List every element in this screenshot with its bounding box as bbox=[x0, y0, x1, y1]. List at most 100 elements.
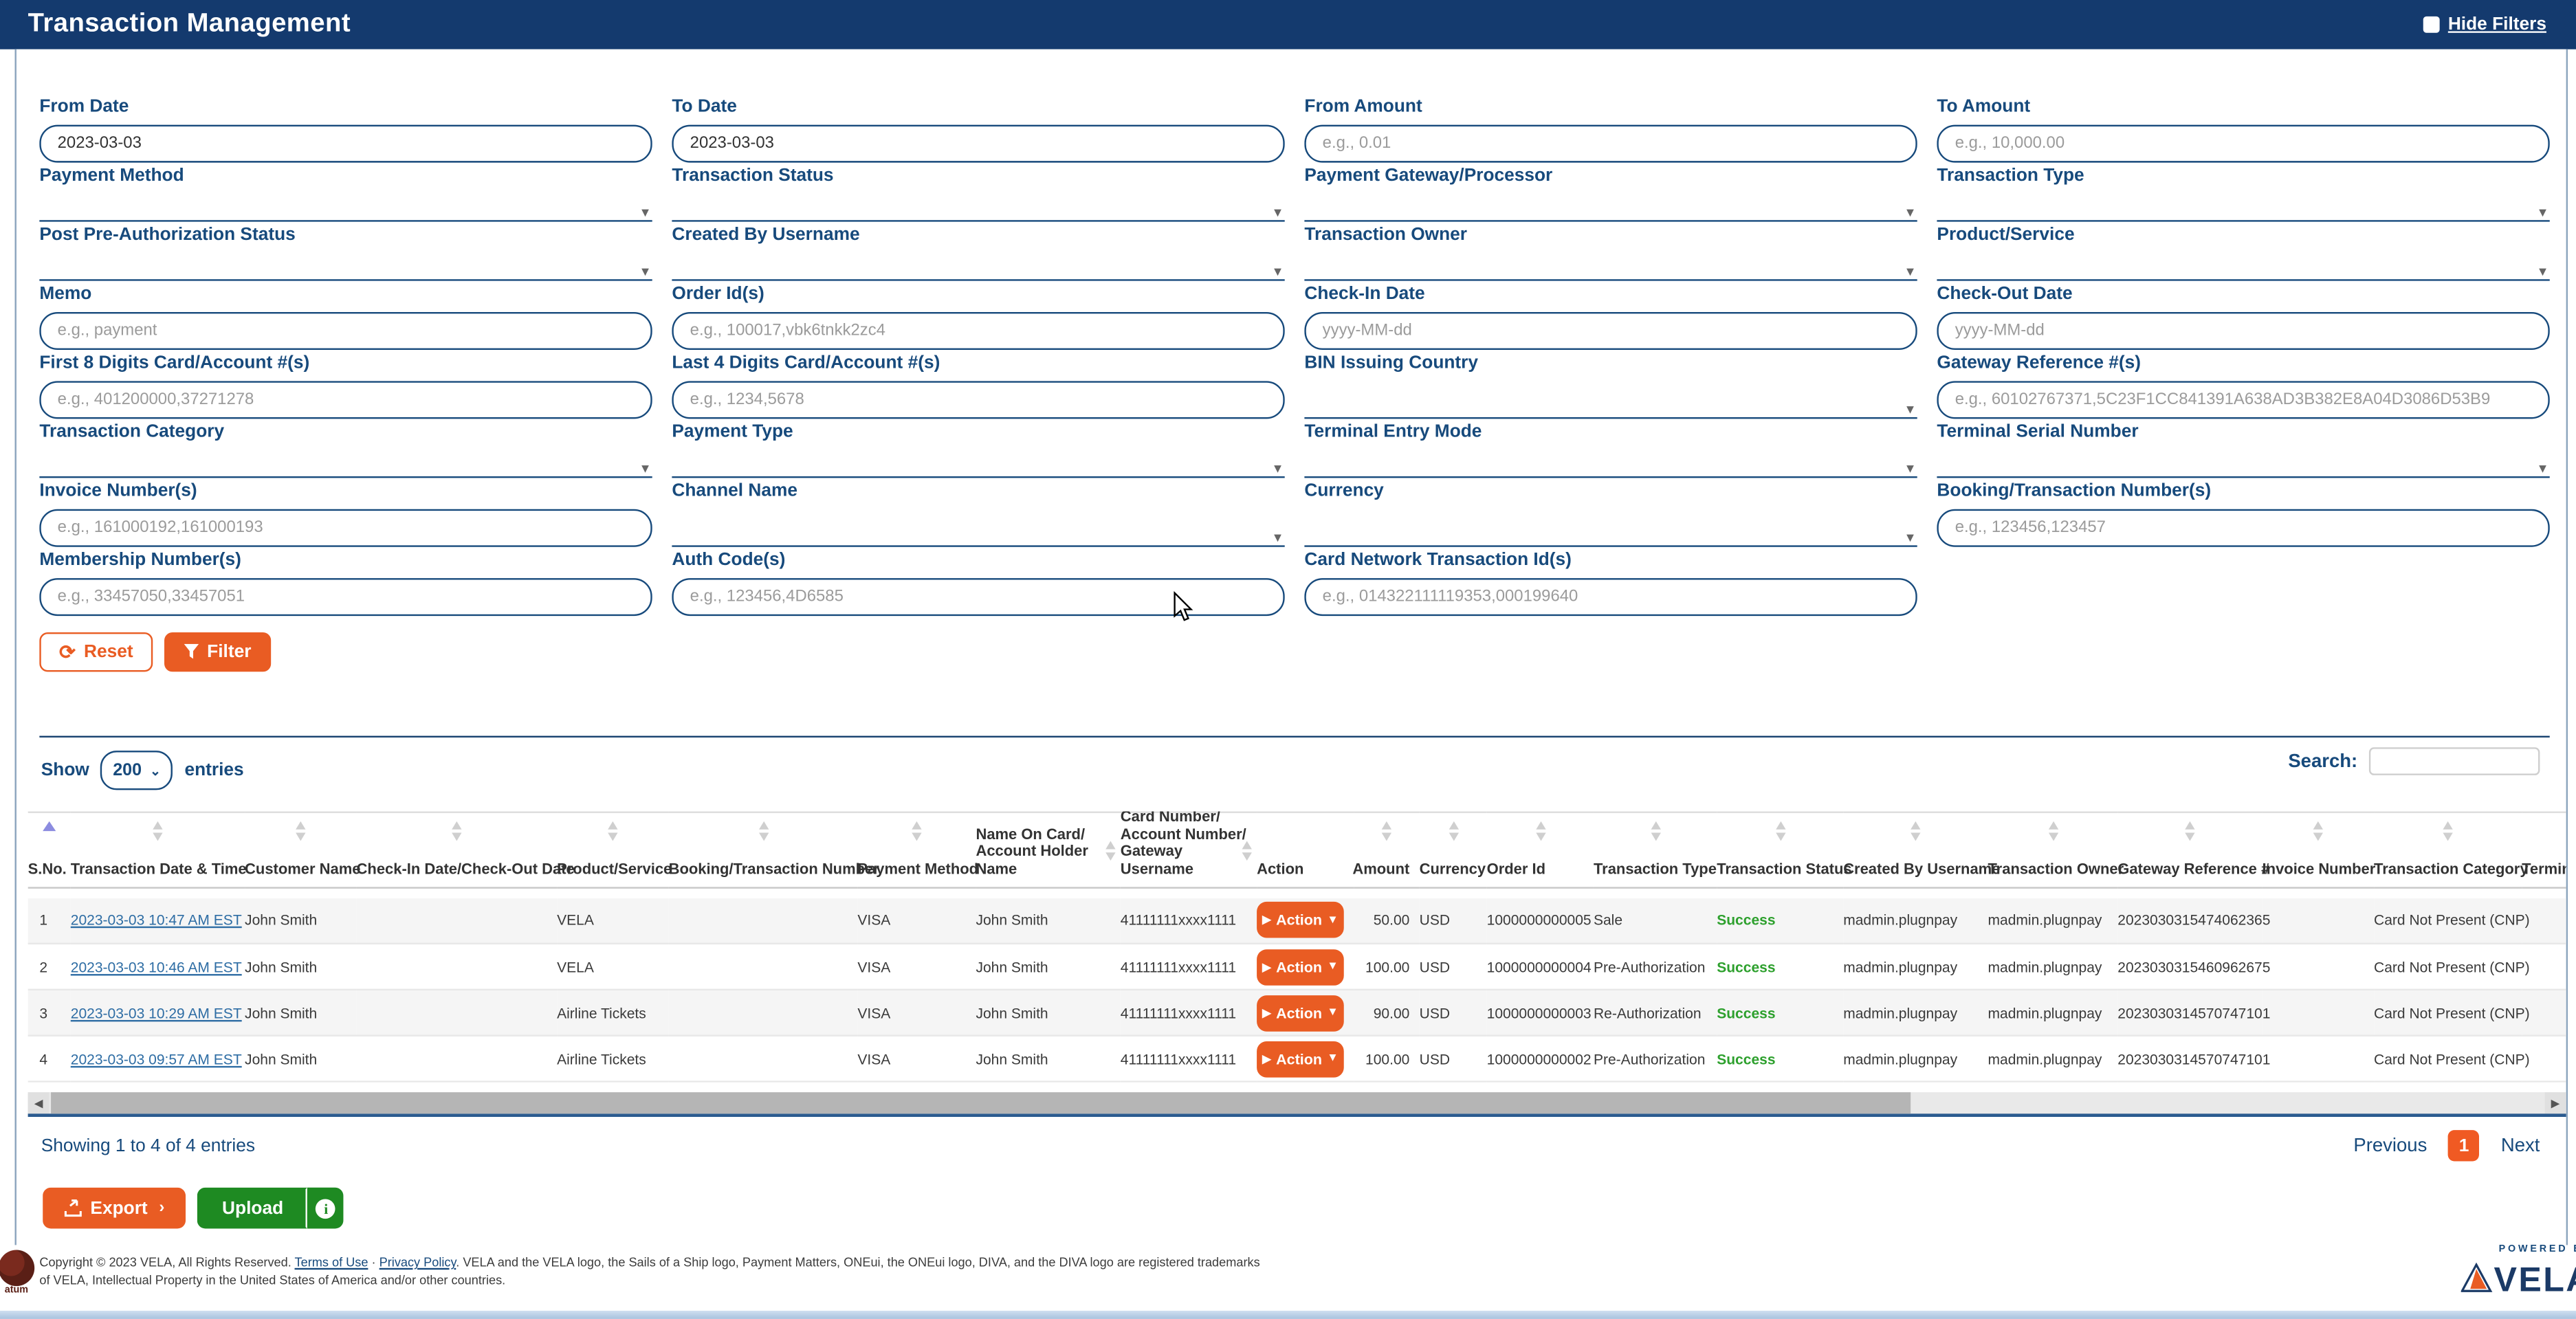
terminal-entry-mode-select[interactable]: ▾ bbox=[1304, 450, 1917, 478]
filter-field-payment-type: Payment Type▾ bbox=[672, 421, 1284, 478]
card-network-transaction-id-s-input[interactable] bbox=[1304, 578, 1917, 616]
last-4-digits-card-account-s-input[interactable] bbox=[672, 381, 1284, 419]
cell-datetime: 2023-03-03 10:47 AM EST bbox=[71, 898, 245, 944]
to-amount-input[interactable] bbox=[1937, 125, 2549, 163]
upload-button[interactable]: Upload bbox=[197, 1188, 308, 1229]
status-badge: Success bbox=[1717, 912, 1775, 929]
column-header-gwref[interactable]: Gateway Reference # bbox=[2117, 812, 2262, 888]
channel-name-select[interactable]: ▾ bbox=[672, 519, 1284, 547]
column-header-booking[interactable]: Booking/Transaction Number bbox=[669, 812, 858, 888]
transaction-owner-select[interactable]: ▾ bbox=[1304, 253, 1917, 281]
post-pre-authorization-status-select[interactable]: ▾ bbox=[39, 253, 652, 281]
chevron-down-icon: ▾ bbox=[1274, 263, 1281, 279]
column-header-currency[interactable]: Currency bbox=[1420, 812, 1487, 888]
next-page-button[interactable]: Next bbox=[2501, 1135, 2540, 1155]
filter-label: Gateway Reference #(s) bbox=[1937, 351, 2549, 374]
sort-both-icon bbox=[2048, 821, 2058, 841]
column-header-amount[interactable]: Amount bbox=[1354, 812, 1420, 888]
filter-field-auth-code-s: Auth Code(s) bbox=[672, 548, 1284, 616]
column-label: S.No. bbox=[28, 860, 67, 877]
cell-amount: 100.00 bbox=[1354, 944, 1420, 990]
sort-both-icon bbox=[1911, 821, 1920, 841]
terminal-serial-number-select[interactable]: ▾ bbox=[1937, 450, 2549, 478]
filter-field-terminal-serial-number: Terminal Serial Number▾ bbox=[1937, 421, 2549, 478]
from-amount-input[interactable] bbox=[1304, 125, 1917, 163]
page-length-control: Show 200 ⌄ entries bbox=[41, 751, 244, 790]
auth-code-s-input[interactable] bbox=[672, 578, 1284, 616]
invoice-number-s-input[interactable] bbox=[39, 509, 652, 547]
from-date-input[interactable] bbox=[39, 125, 652, 163]
column-header-txstatus[interactable]: Transaction Status bbox=[1717, 812, 1843, 888]
product-service-select[interactable]: ▾ bbox=[1937, 253, 2549, 281]
column-header-checkinout[interactable]: Check-In Date/Check-Out Date bbox=[357, 812, 558, 888]
horizontal-scrollbar[interactable]: ◀ ▶ bbox=[28, 1092, 2566, 1117]
column-header-txowner[interactable]: Transaction Owner bbox=[1988, 812, 2117, 888]
transaction-type-select[interactable]: ▾ bbox=[1937, 194, 2549, 222]
previous-page-button[interactable]: Previous bbox=[2353, 1135, 2427, 1155]
terms-of-use-link[interactable]: Terms of Use bbox=[295, 1255, 368, 1270]
transaction-datetime-link[interactable]: 2023-03-03 10:29 AM EST bbox=[71, 1004, 242, 1021]
bin-issuing-country-select[interactable]: ▾ bbox=[1304, 391, 1917, 419]
transaction-datetime-link[interactable]: 2023-03-03 10:47 AM EST bbox=[71, 912, 242, 929]
search-input[interactable] bbox=[2369, 747, 2540, 775]
hide-filters-button[interactable]: Hide Filters bbox=[2423, 15, 2546, 35]
transaction-datetime-link[interactable]: 2023-03-03 10:46 AM EST bbox=[71, 958, 242, 975]
cell-action: ▶Action▼ bbox=[1257, 990, 1354, 1036]
scrollbar-track[interactable] bbox=[49, 1092, 2545, 1113]
filter-field-gateway-reference-s: Gateway Reference #(s) bbox=[1937, 351, 2549, 419]
filter-field-created-by-username: Created By Username▾ bbox=[672, 223, 1284, 281]
privacy-policy-link[interactable]: Privacy Policy bbox=[379, 1255, 456, 1270]
column-header-customer[interactable]: Customer Name bbox=[245, 812, 356, 888]
cell-orderid: 1000000000005 bbox=[1487, 898, 1594, 944]
column-header-txtype[interactable]: Transaction Type bbox=[1594, 812, 1717, 888]
upload-info-button[interactable]: i bbox=[308, 1188, 344, 1229]
to-date-input[interactable] bbox=[672, 125, 1284, 163]
column-header-txcategory[interactable]: Transaction Category bbox=[2374, 812, 2522, 888]
column-header-invoice[interactable]: Invoice Number bbox=[2263, 812, 2374, 888]
membership-number-s-input[interactable] bbox=[39, 578, 652, 616]
sort-both-icon bbox=[1448, 821, 1457, 841]
currency-select[interactable]: ▾ bbox=[1304, 519, 1917, 547]
action-button[interactable]: ▶Action▼ bbox=[1257, 902, 1344, 939]
booking-transaction-number-s-input[interactable] bbox=[1937, 509, 2549, 547]
cell-nameoncard: John Smith bbox=[976, 944, 1120, 990]
transaction-category-select[interactable]: ▾ bbox=[39, 450, 652, 478]
column-header-nameoncard[interactable]: Name On Card/ Account Holder Name bbox=[976, 812, 1120, 888]
scroll-right-arrow-icon[interactable]: ▶ bbox=[2545, 1092, 2566, 1113]
order-id-s-input[interactable] bbox=[672, 312, 1284, 350]
created-by-username-select[interactable]: ▾ bbox=[672, 253, 1284, 281]
payment-gateway-processor-select[interactable]: ▾ bbox=[1304, 194, 1917, 222]
column-label: Invoice Number bbox=[2263, 860, 2376, 877]
column-header-datetime[interactable]: Transaction Date & Time bbox=[71, 812, 245, 888]
column-header-createdby[interactable]: Created By Username bbox=[1843, 812, 1988, 888]
column-header-terminal[interactable]: Terminal Entry Mode bbox=[2522, 812, 2566, 888]
cell-txtype: Re-Authorization bbox=[1594, 990, 1717, 1036]
filter-button[interactable]: Filter bbox=[164, 632, 271, 672]
payment-method-select[interactable]: ▾ bbox=[39, 194, 652, 222]
column-header-sno[interactable]: S.No. bbox=[28, 812, 71, 888]
transaction-datetime-link[interactable]: 2023-03-03 09:57 AM EST bbox=[71, 1050, 242, 1067]
payment-type-select[interactable]: ▾ bbox=[672, 450, 1284, 478]
action-button[interactable]: ▶Action▼ bbox=[1257, 995, 1344, 1031]
page-1-button[interactable]: 1 bbox=[2448, 1130, 2479, 1161]
page-length-select[interactable]: 200 ⌄ bbox=[101, 751, 173, 790]
scroll-left-arrow-icon[interactable]: ◀ bbox=[28, 1092, 49, 1113]
action-button[interactable]: ▶Action▼ bbox=[1257, 949, 1344, 985]
check-in-date-input[interactable] bbox=[1304, 312, 1917, 350]
column-header-cardnumber[interactable]: Card Number/ Account Number/ Gateway Use… bbox=[1121, 812, 1257, 888]
filter-label: Membership Number(s) bbox=[39, 548, 652, 571]
column-header-product[interactable]: Product/Service bbox=[557, 812, 668, 888]
memo-input[interactable] bbox=[39, 312, 652, 350]
column-label: Transaction Type bbox=[1594, 860, 1717, 877]
gateway-reference-s-input[interactable] bbox=[1937, 381, 2549, 419]
action-button[interactable]: ▶Action▼ bbox=[1257, 1041, 1344, 1077]
column-header-paymethod[interactable]: Payment Method bbox=[857, 812, 976, 888]
sort-both-icon bbox=[153, 821, 162, 841]
reset-button[interactable]: ⟳ Reset bbox=[39, 632, 153, 672]
export-button[interactable]: Export › bbox=[43, 1188, 186, 1229]
scrollbar-thumb[interactable] bbox=[51, 1092, 1910, 1113]
check-out-date-input[interactable] bbox=[1937, 312, 2549, 350]
column-header-orderid[interactable]: Order Id bbox=[1487, 812, 1594, 888]
first-8-digits-card-account-s-input[interactable] bbox=[39, 381, 652, 419]
transaction-status-select[interactable]: ▾ bbox=[672, 194, 1284, 222]
